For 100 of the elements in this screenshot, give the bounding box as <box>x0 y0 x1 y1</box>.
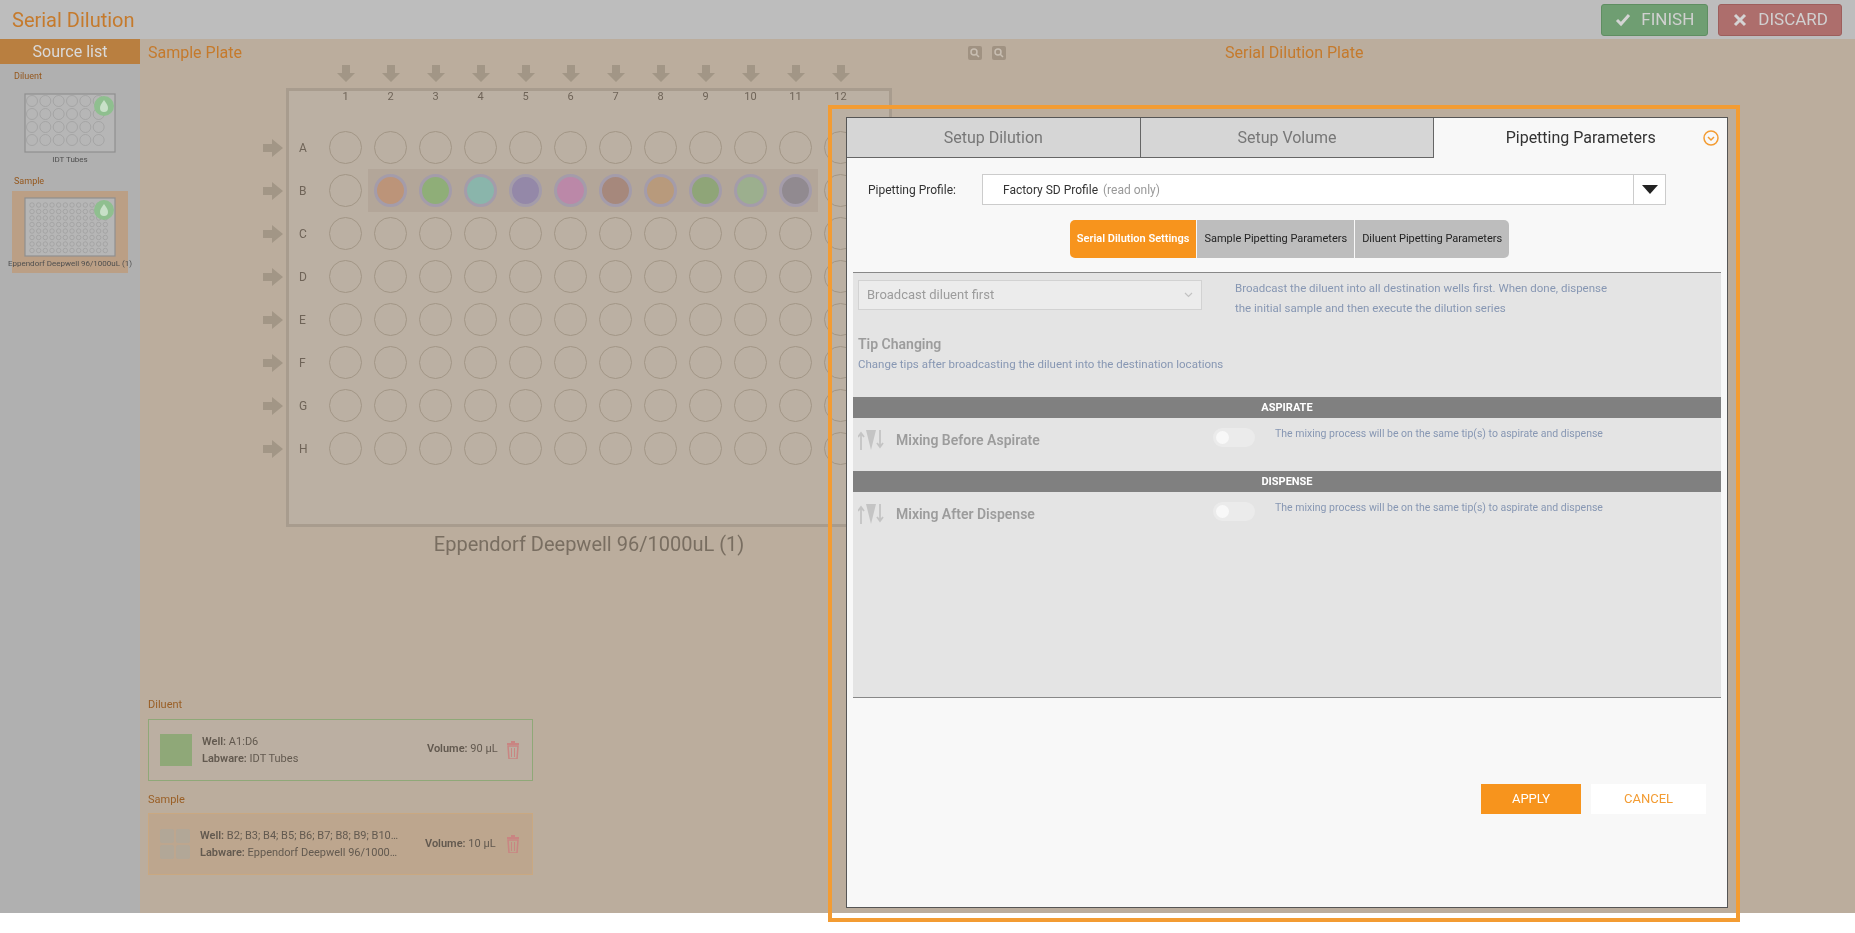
section-label: Sample <box>14 174 45 188</box>
tab[interactable]: Setup Dilution <box>847 118 1140 158</box>
right-arrow-icon[interactable] <box>263 396 283 415</box>
down-arrow-icon[interactable] <box>516 65 535 82</box>
row-label: A <box>299 139 308 157</box>
column-label: 2 <box>386 91 395 102</box>
pipette-mixing-icon <box>858 502 884 527</box>
sub-tab[interactable]: Sample Pipetting Parameters <box>1197 220 1355 258</box>
column-label: 10 <box>743 91 758 102</box>
page-title: Serial Dilution <box>12 6 135 34</box>
sub-tab[interactable]: Serial Dilution Settings <box>1069 220 1197 258</box>
right-arrow-icon[interactable] <box>263 181 283 200</box>
column-label: 3 <box>431 91 440 102</box>
finish-button[interactable]: FINISH <box>1601 3 1709 36</box>
down-arrow-icon[interactable] <box>561 65 580 82</box>
close-icon <box>1732 11 1749 28</box>
volume-text: Volume: 10 µL <box>425 835 496 852</box>
check-icon <box>1615 11 1632 28</box>
dropdown-value: Factory SD Profile <box>1003 181 1098 199</box>
volume-text: Volume: 90 µL <box>427 741 498 758</box>
row-label: B <box>299 182 308 200</box>
section-label: Sample <box>148 791 185 808</box>
column-label: 4 <box>476 91 485 102</box>
option-label: Mixing After Dispense <box>896 505 1036 525</box>
source-item[interactable]: IDT Tubes <box>12 86 128 169</box>
cancel-button[interactable]: CANCEL <box>1591 784 1706 814</box>
down-arrow-icon[interactable] <box>336 65 355 82</box>
option-label: Mixing Before Aspirate <box>896 431 1041 451</box>
field-label: Pipetting Profile: <box>868 181 957 199</box>
filled-well[interactable] <box>689 174 722 207</box>
source-card[interactable]: Well: A1:D6 Labware: IDT Tubes Volume: 90 µL <box>148 718 533 781</box>
filled-well[interactable] <box>464 174 497 207</box>
description-text: The mixing process will be on the same tip(s) to aspirate and dispense <box>1275 426 1603 442</box>
down-arrow-icon[interactable] <box>831 65 850 82</box>
profile-dropdown[interactable]: Factory SD Profile (read only) <box>982 174 1666 205</box>
column-label: 5 <box>521 91 530 102</box>
trash-icon[interactable] <box>506 740 520 759</box>
right-arrow-icon[interactable] <box>263 310 283 329</box>
right-arrow-icon[interactable] <box>263 267 283 286</box>
description-text: Change tips after broadcasting the diluent into the destination locations <box>857 356 1224 373</box>
setting-title: Tip Changing <box>857 335 942 354</box>
description-text: Broadcast the diluent into all destination wells first. When done, dispense the initial sample and then execute the dilution series <box>1235 280 1609 317</box>
sub-tab[interactable]: Diluent Pipetting Parameters <box>1355 220 1510 258</box>
section-header: DISPENSE <box>853 471 1721 493</box>
read-only-note: (read only) <box>1103 181 1160 199</box>
pipette-mixing-icon <box>858 428 884 453</box>
select-value: Broadcast diluent first <box>867 286 995 305</box>
discard-button[interactable]: DISCARD <box>1718 3 1842 36</box>
down-arrow-icon[interactable] <box>696 65 715 82</box>
zoom-in-icon[interactable] <box>968 46 982 60</box>
row-label: G <box>299 397 309 415</box>
row-label: E <box>299 311 307 329</box>
panel-title: Sample Plate <box>148 42 243 64</box>
description-text: The mixing process will be on the same tip(s) to aspirate and dispense <box>1275 500 1603 516</box>
right-arrow-icon[interactable] <box>263 439 283 458</box>
labware-name: IDT Tubes <box>52 154 88 165</box>
tab[interactable]: Setup Volume <box>1139 118 1434 158</box>
right-arrow-icon[interactable] <box>263 224 283 243</box>
down-arrow-icon[interactable] <box>426 65 445 82</box>
down-arrow-icon[interactable] <box>651 65 670 82</box>
filled-well[interactable] <box>734 174 767 207</box>
column-label: 8 <box>656 91 665 102</box>
filled-well[interactable] <box>374 174 407 207</box>
filled-well[interactable] <box>599 174 632 207</box>
down-arrow-icon[interactable] <box>381 65 400 82</box>
apply-button[interactable]: APPLY <box>1481 784 1581 814</box>
strategy-select[interactable]: Broadcast diluent first <box>858 280 1202 310</box>
down-arrow-icon[interactable] <box>741 65 760 82</box>
down-arrow-icon[interactable] <box>786 65 805 82</box>
column-label: 9 <box>701 91 710 102</box>
column-label: 1 <box>341 91 350 102</box>
row-label: F <box>299 354 307 372</box>
chevron-down-icon <box>1184 292 1193 298</box>
caret-icon <box>1641 185 1658 194</box>
source-card[interactable]: Well: B2; B3; B4; B5; B6; B7; B8; B9; B10… Labware: Eppendorf Deepwell 96/1000… Volume: 10 µL <box>148 813 533 875</box>
panel-title: Serial Dilution Plate <box>1225 42 1364 64</box>
labware-text: Labware: IDT Tubes <box>202 750 300 767</box>
section-header: ASPIRATE <box>853 397 1721 419</box>
sidebar-header: Source list <box>0 39 140 64</box>
section-label: Diluent <box>14 70 42 83</box>
collapse-icon[interactable] <box>1703 130 1719 146</box>
section-label: Diluent <box>148 697 183 713</box>
down-arrow-icon[interactable] <box>606 65 625 82</box>
row-label: D <box>299 268 308 286</box>
zoom-out-icon[interactable] <box>992 46 1006 60</box>
filled-well[interactable] <box>419 174 452 207</box>
right-arrow-icon[interactable] <box>263 353 283 372</box>
well-text: Well: A1:D6 <box>202 733 260 750</box>
filled-well[interactable] <box>644 174 677 207</box>
filled-well[interactable] <box>509 174 542 207</box>
right-arrow-icon[interactable] <box>263 138 283 157</box>
labware-text: Labware: Eppendorf Deepwell 96/1000… <box>200 845 399 861</box>
down-arrow-icon[interactable] <box>471 65 490 82</box>
column-label: 6 <box>566 91 575 102</box>
row-label: H <box>299 440 309 458</box>
filled-well[interactable] <box>554 174 587 207</box>
trash-icon[interactable] <box>506 835 520 853</box>
column-label: 11 <box>788 91 803 102</box>
filled-well[interactable] <box>779 174 812 207</box>
row-label: C <box>299 225 308 243</box>
